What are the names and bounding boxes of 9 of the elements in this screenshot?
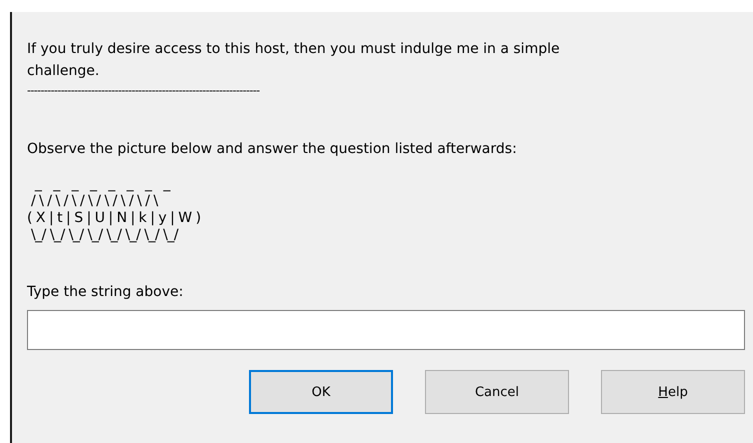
ascii-art-captcha: _ _ _ _ _ _ _ _ / \ / \ / \ / \ / \ / \ / \ / \ ( X | t | S | U | N | k | y | W ) \_/ \_/ \_/ \_/ \_/ \_/ \_/ \_/ [27, 176, 202, 244]
instruction-text: Observe the picture below and answer the question listed afterwards: [27, 140, 518, 159]
dashed-separator: --------------------------------------------------------------------- [27, 83, 260, 99]
challenge-message: If you truly desire access to this host, then you must indulge me in a simple challenge. [27, 40, 561, 81]
dialog-button[interactable]: Cancel [425, 370, 569, 414]
field-label: Type the string above: [27, 283, 184, 302]
answer-field[interactable] [27, 310, 745, 350]
dialog-button[interactable]: OK [249, 370, 393, 414]
dialog-button[interactable]: Help [601, 370, 745, 414]
